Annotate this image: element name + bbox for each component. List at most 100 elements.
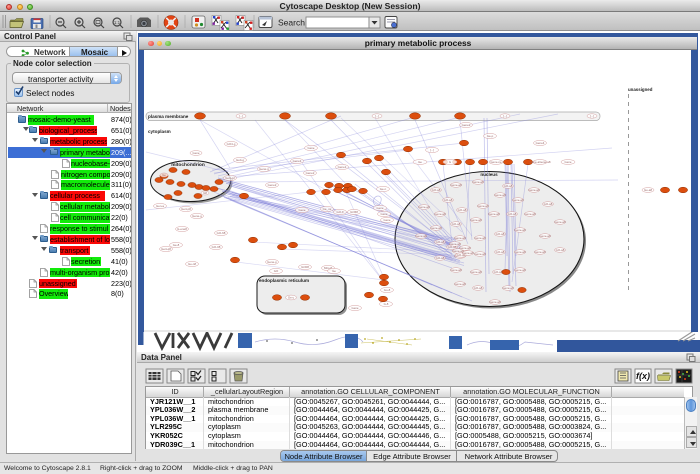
svg-text:Gene-a8: Gene-a8 bbox=[539, 234, 551, 238]
svg-text:Gene-a8: Gene-a8 bbox=[502, 286, 514, 290]
svg-text:GO68: GO68 bbox=[350, 210, 358, 214]
svg-text:Go-8: Go-8 bbox=[384, 288, 391, 292]
svg-text:Gene-a8: Gene-a8 bbox=[489, 300, 501, 304]
svg-text:Gene-ne: Gene-ne bbox=[490, 160, 502, 164]
svg-text:Gene-a8: Gene-a8 bbox=[459, 246, 471, 250]
svg-text:[...]: [...] bbox=[590, 114, 594, 118]
svg-text:Gene-a8: Gene-a8 bbox=[450, 268, 462, 272]
svg-text:Gene-a8: Gene-a8 bbox=[477, 204, 489, 208]
svg-text:Gene-a8: Gene-a8 bbox=[488, 212, 500, 216]
svg-text:Gene2: Gene2 bbox=[462, 123, 471, 127]
svg-text:GO-0: GO-0 bbox=[336, 210, 343, 214]
svg-text:Gene-a8: Gene-a8 bbox=[534, 250, 546, 254]
svg-text:Gene-a8: Gene-a8 bbox=[554, 220, 566, 224]
svg-text:f(x): f(x) bbox=[636, 371, 650, 381]
svg-text:Ge-8: Ge-8 bbox=[173, 243, 180, 247]
svg-text:Ge_ne: Ge_ne bbox=[323, 207, 332, 211]
svg-text:[...]: [...] bbox=[239, 114, 243, 118]
svg-text:Gene-a8: Gene-a8 bbox=[514, 228, 526, 232]
svg-text:Gene-a8: Gene-a8 bbox=[454, 282, 466, 286]
svg-text:Gene-a8: Gene-a8 bbox=[474, 252, 486, 256]
svg-text:Gene2: Gene2 bbox=[268, 183, 277, 187]
svg-text:Gene-a8: Gene-a8 bbox=[514, 250, 526, 254]
svg-text:Ge-a8: Ge-a8 bbox=[644, 188, 652, 192]
svg-text:Gene-aGene-a8: Gene-aGene-a8 bbox=[530, 160, 551, 164]
svg-text:Gene-a8: Gene-a8 bbox=[472, 180, 484, 184]
svg-text:1:1: 1:1 bbox=[114, 20, 121, 25]
svg-text:Ge4-g: Ge4-g bbox=[236, 158, 244, 162]
svg-text:Gene-a8: Gene-a8 bbox=[528, 188, 540, 192]
svg-text:[...]: [...] bbox=[430, 148, 434, 152]
svg-text:Gene-a8: Gene-a8 bbox=[474, 236, 486, 240]
svg-text:Gene-a8: Gene-a8 bbox=[415, 234, 427, 238]
svg-text:G-ene8: G-ene8 bbox=[177, 227, 187, 231]
svg-text:GO-08: GO-08 bbox=[212, 245, 221, 249]
svg-text:G-8: G-8 bbox=[384, 302, 389, 306]
svg-text:Gene-a8: Gene-a8 bbox=[418, 205, 430, 209]
svg-text:GO-a8: GO-a8 bbox=[556, 248, 565, 252]
svg-text:Ge4-g2: Ge4-g2 bbox=[225, 176, 235, 180]
svg-text:GO-a8: GO-a8 bbox=[452, 222, 461, 226]
svg-text:GO-a8: GO-a8 bbox=[458, 208, 467, 212]
svg-text:Gene: Gene bbox=[564, 160, 571, 164]
svg-text:[...]: [...] bbox=[503, 114, 507, 118]
svg-text:G8: G8 bbox=[203, 191, 207, 195]
svg-text:Gene1: Gene1 bbox=[338, 165, 347, 169]
svg-text:GO-a8: GO-a8 bbox=[494, 270, 503, 274]
svg-text:Gene-a8: Gene-a8 bbox=[462, 251, 474, 255]
svg-text:Gene-a8: Gene-a8 bbox=[430, 226, 442, 230]
svg-text:Gene: Gene bbox=[351, 306, 358, 310]
svg-text:GO: GO bbox=[274, 269, 279, 273]
svg-text:GO-a8: GO-a8 bbox=[436, 256, 445, 260]
svg-text:Gene-a8: Gene-a8 bbox=[524, 212, 536, 216]
svg-text:Ge: Ge bbox=[162, 173, 166, 177]
svg-text:Gene-a8: Gene-a8 bbox=[470, 270, 482, 274]
svg-text:nucleus: nucleus bbox=[480, 172, 498, 177]
svg-text:Gene: Gene bbox=[380, 212, 387, 216]
svg-text:Gene-g: Gene-g bbox=[192, 214, 202, 218]
svg-text:GO-a8: GO-a8 bbox=[432, 188, 441, 192]
svg-text:Gene-a8: Gene-a8 bbox=[454, 236, 466, 240]
svg-text:GO4-g: GO4-g bbox=[227, 142, 236, 146]
svg-text:Gene: Gene bbox=[307, 146, 314, 150]
svg-text:GO-a8: GO-a8 bbox=[496, 232, 505, 236]
svg-text:Gene-a8: Gene-a8 bbox=[512, 198, 524, 202]
svg-text:Gene-g: Gene-g bbox=[259, 167, 269, 171]
svg-text:Ge4-q8: Ge4-q8 bbox=[161, 247, 171, 251]
svg-text:GO-a8: GO-a8 bbox=[544, 202, 553, 206]
svg-text:mitochondrion: mitochondrion bbox=[171, 162, 205, 168]
svg-text:Ge: Ge bbox=[332, 269, 336, 273]
svg-text:Ge-p: Ge-p bbox=[487, 134, 494, 138]
svg-text:GO-a8: GO-a8 bbox=[444, 198, 453, 202]
svg-text:Ge-n8: Ge-n8 bbox=[188, 262, 196, 266]
svg-text:unassigned: unassigned bbox=[628, 87, 653, 92]
svg-text:GO-68: GO-68 bbox=[217, 231, 226, 235]
svg-text:Gene: Gene bbox=[298, 208, 305, 212]
svg-text:Ge-c: Ge-c bbox=[288, 296, 295, 300]
svg-text:GO08: GO08 bbox=[301, 265, 309, 269]
svg-text:Gene-a8: Gene-a8 bbox=[434, 212, 446, 216]
svg-text:Gene: Gene bbox=[383, 218, 390, 222]
svg-text:Gene: Gene bbox=[192, 151, 199, 155]
svg-text:GO-a8: GO-a8 bbox=[474, 286, 483, 290]
svg-text:Ge4-p8: Ge4-p8 bbox=[181, 207, 191, 211]
svg-text:Ge-n: Ge-n bbox=[380, 187, 387, 191]
svg-text:Ge: Ge bbox=[418, 160, 422, 164]
svg-text:GO-a8: GO-a8 bbox=[496, 250, 505, 254]
svg-text:Gene4: Gene4 bbox=[536, 141, 545, 145]
svg-text:GO-a8: GO-a8 bbox=[508, 212, 517, 216]
svg-text:plasma membrane: plasma membrane bbox=[148, 114, 189, 119]
svg-text:endoplasmic reticulum: endoplasmic reticulum bbox=[259, 278, 309, 283]
svg-text:GO-a8: GO-a8 bbox=[504, 184, 513, 188]
svg-text:Gene: Gene bbox=[376, 206, 383, 210]
svg-text:Search:: Search: bbox=[278, 18, 307, 28]
svg-text:Gene-p: Gene-p bbox=[267, 260, 277, 264]
svg-text:Gene-a8: Gene-a8 bbox=[449, 242, 461, 246]
svg-text:Gene-a8: Gene-a8 bbox=[494, 193, 506, 197]
svg-text:Gene-a8: Gene-a8 bbox=[470, 218, 482, 222]
svg-text:Gene2: Gene2 bbox=[306, 171, 315, 175]
svg-text:Gen-a: Gen-a bbox=[156, 204, 164, 208]
svg-text:Gene-a8: Gene-a8 bbox=[514, 268, 526, 272]
svg-text:Gene-a8: Gene-a8 bbox=[450, 183, 462, 187]
svg-text:[...]: [...] bbox=[375, 114, 379, 118]
